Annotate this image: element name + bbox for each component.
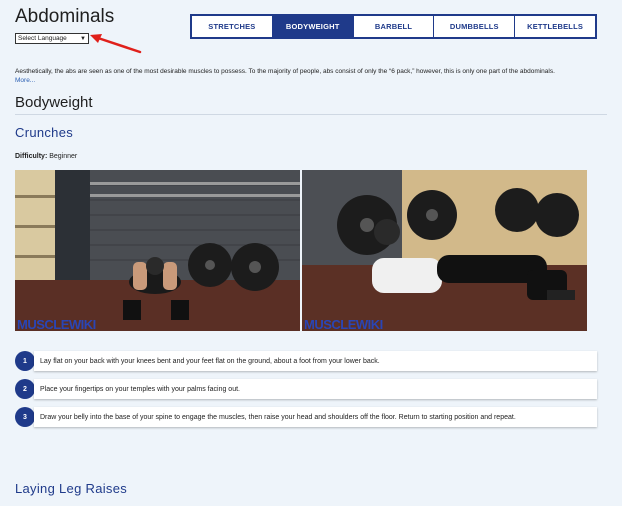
watermark-logo: MUSCLEWIKI xyxy=(17,317,96,331)
more-link[interactable]: More... xyxy=(15,76,605,85)
section-title: Bodyweight xyxy=(15,94,93,111)
exercise-photo-start: MUSCLEWIKI xyxy=(15,170,300,331)
language-select-value: Select Language xyxy=(18,35,67,42)
step-number: 2 xyxy=(15,379,35,399)
exercise-photo-end: MUSCLEWIKI xyxy=(302,170,587,331)
tab-bodyweight[interactable]: BODYWEIGHT xyxy=(272,16,354,37)
language-select[interactable]: Select Language ▼ xyxy=(15,33,89,44)
step-number: 3 xyxy=(15,407,35,427)
difficulty-label: Difficulty: xyxy=(15,153,48,160)
instruction-step: 3 Draw your belly into the base of your … xyxy=(15,407,597,427)
exercise-title-laying-leg-raises: Laying Leg Raises xyxy=(15,481,128,496)
exercise-title-crunches: Crunches xyxy=(15,125,74,140)
instruction-step: 2 Place your fingertips on your temples … xyxy=(15,379,597,399)
difficulty-value: Beginner xyxy=(49,153,78,160)
intro-paragraph: Aesthetically, the abs are seen as one o… xyxy=(15,68,555,75)
page-title: Abdominals xyxy=(15,6,115,27)
step-number: 1 xyxy=(15,351,35,371)
exercise-category-tabs: STRETCHES BODYWEIGHT BARBELL DUMBBELLS K… xyxy=(190,14,597,39)
tab-dumbbells[interactable]: DUMBBELLS xyxy=(434,16,516,37)
intro-text: Aesthetically, the abs are seen as one o… xyxy=(15,67,605,85)
difficulty: Difficulty: Beginner xyxy=(15,153,77,160)
watermark-logo: MUSCLEWIKI xyxy=(304,317,383,331)
step-text: Draw your belly into the base of your sp… xyxy=(34,407,597,427)
divider xyxy=(15,114,607,115)
red-arrow-icon xyxy=(90,34,142,54)
tab-stretches[interactable]: STRETCHES xyxy=(192,16,273,37)
tab-kettlebells[interactable]: KETTLEBELLS xyxy=(515,16,595,37)
step-text: Place your fingertips on your temples wi… xyxy=(34,379,597,399)
tab-barbell[interactable]: BARBELL xyxy=(354,16,435,37)
step-text: Lay flat on your back with your knees be… xyxy=(34,351,597,371)
instruction-step: 1 Lay flat on your back with your knees … xyxy=(15,351,597,371)
chevron-down-icon: ▼ xyxy=(80,35,86,42)
